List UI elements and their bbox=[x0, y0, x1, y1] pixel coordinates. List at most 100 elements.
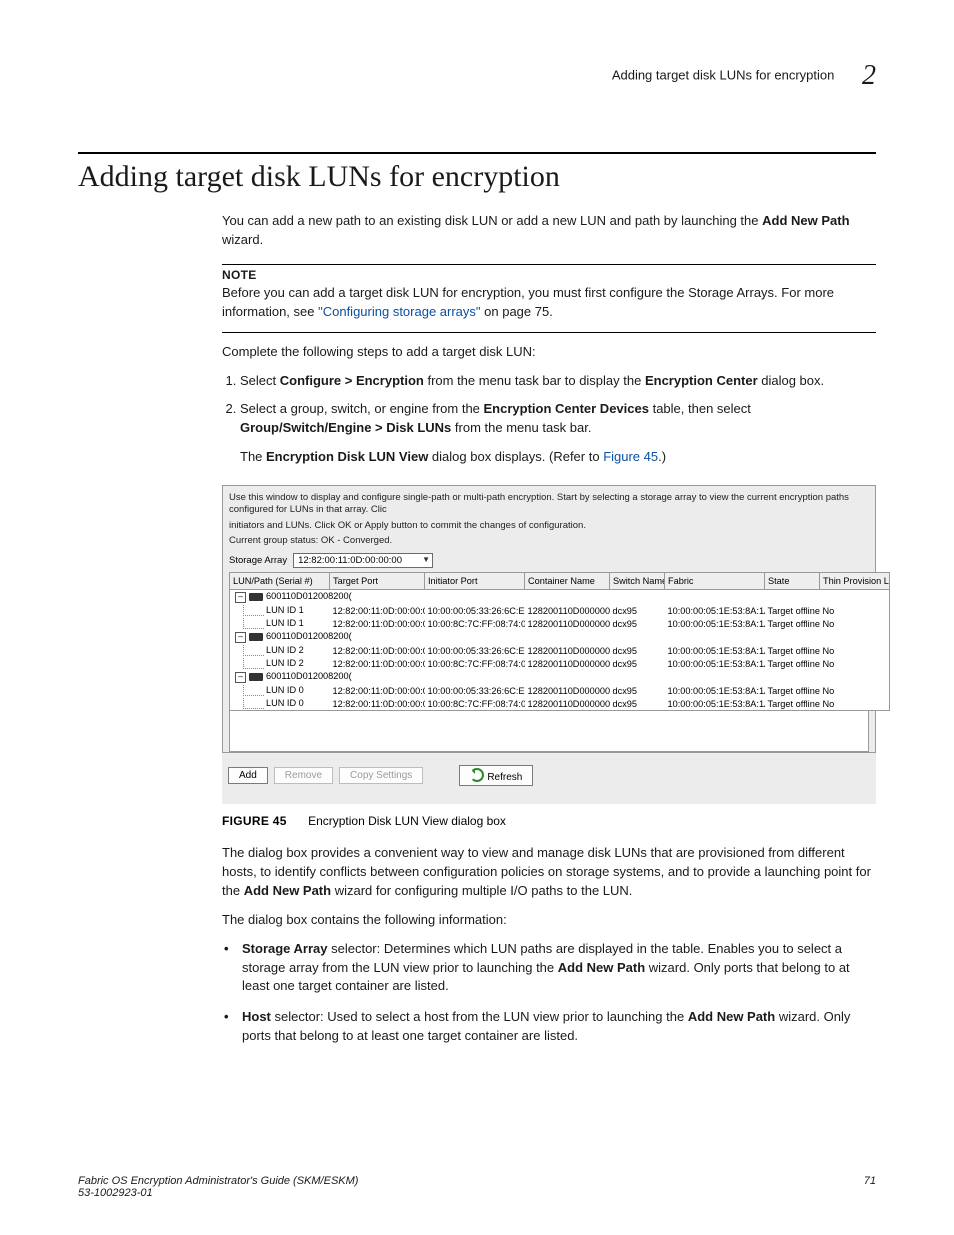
refresh-icon bbox=[470, 768, 484, 782]
page-footer: Fabric OS Encryption Administrator's Gui… bbox=[78, 1175, 876, 1199]
cell-target: 12:82:00:11:0D:00:00:00 bbox=[330, 697, 425, 711]
after-fig-p1: The dialog box provides a convenient way… bbox=[222, 844, 876, 901]
table-row[interactable]: LUN ID 0 12:82:00:11:0D:00:00:0010:00:8C:… bbox=[230, 697, 890, 711]
table-group-row[interactable]: – 600110D012008200( bbox=[230, 670, 890, 684]
tree-branch-icon bbox=[243, 645, 264, 656]
step-2-sub-post: .) bbox=[658, 449, 666, 464]
table-row[interactable]: LUN ID 112:82:00:11:0D:00:00:0010:00:8C:… bbox=[230, 617, 890, 630]
tree-branch-icon bbox=[243, 658, 264, 669]
cell-initiator: 10:00:00:05:33:26:6C:E5 bbox=[425, 684, 525, 697]
col-state[interactable]: State bbox=[765, 573, 820, 590]
body-content: You can add a new path to an existing di… bbox=[222, 212, 876, 467]
step-1-pre: Select bbox=[240, 373, 280, 388]
step-1-b1: Configure > Encryption bbox=[280, 373, 424, 388]
step-1-post: dialog box. bbox=[758, 373, 825, 388]
figure-text: Encryption Disk LUN View dialog box bbox=[308, 814, 506, 828]
col-fabric[interactable]: Fabric bbox=[665, 573, 765, 590]
tree-collapse-icon[interactable]: – bbox=[235, 632, 246, 643]
cell-container: 128200110D000000 bbox=[525, 617, 610, 630]
cell-thin: No bbox=[820, 684, 890, 697]
step-2: Select a group, switch, or engine from t… bbox=[240, 400, 876, 467]
table-group-row[interactable]: – 600110D012008200( bbox=[230, 590, 890, 605]
step-2-sub-link[interactable]: Figure 45 bbox=[603, 449, 658, 464]
figure-label: FIGURE 45 bbox=[222, 814, 287, 828]
tree-collapse-icon[interactable]: – bbox=[235, 592, 246, 603]
drive-icon bbox=[249, 673, 263, 681]
tree-branch-icon bbox=[243, 618, 264, 629]
lun-table: LUN/Path (Serial #) Target Port Initiato… bbox=[229, 572, 890, 711]
intro-prefix: You can add a new path to an existing di… bbox=[222, 213, 762, 228]
cell-fabric: 10:00:00:05:1E:53:8A:1A bbox=[665, 617, 765, 630]
cell-switch: dcx95 bbox=[610, 657, 665, 670]
table-row[interactable]: LUN ID 0 12:82:00:11:0D:00:00:0010:00:00:… bbox=[230, 684, 890, 697]
group-serial: 600110D012008200( bbox=[266, 671, 352, 681]
group-serial: 600110D012008200( bbox=[266, 631, 352, 641]
after-fig-p1-bold: Add New Path bbox=[244, 883, 331, 898]
running-header-text: Adding target disk LUNs for encryption bbox=[612, 67, 835, 82]
after-figure-block: The dialog box provides a convenient way… bbox=[222, 844, 876, 1046]
col-initiator[interactable]: Initiator Port bbox=[425, 573, 525, 590]
cell-thin: No bbox=[820, 604, 890, 617]
remove-button[interactable]: Remove bbox=[274, 767, 333, 784]
cell-target: 12:82:00:11:0D:00:00:00 bbox=[330, 644, 425, 657]
cell-initiator: 10:00:00:05:33:26:6C:E5 bbox=[425, 604, 525, 617]
cell-switch: dcx95 bbox=[610, 604, 665, 617]
intro-suffix: wizard. bbox=[222, 232, 263, 247]
note-link[interactable]: "Configuring storage arrays" bbox=[318, 304, 480, 319]
footer-title: Fabric OS Encryption Administrator's Gui… bbox=[78, 1175, 358, 1187]
storage-array-select[interactable]: 12:82:00:11:0D:00:00:00 bbox=[293, 553, 433, 568]
info-1-t1: selector: Used to select a host from the… bbox=[271, 1009, 688, 1024]
cell-initiator: 10:00:8C:7C:FF:08:74:01 bbox=[425, 657, 525, 670]
table-group-row[interactable]: – 600110D012008200( bbox=[230, 630, 890, 644]
footer-left: Fabric OS Encryption Administrator's Gui… bbox=[78, 1175, 358, 1199]
cell-container: 128200110D000000 bbox=[525, 644, 610, 657]
note-paragraph: Before you can add a target disk LUN for… bbox=[222, 284, 876, 333]
step-2-sub-pre: The bbox=[240, 449, 266, 464]
dialog-instructions-3: Current group status: OK - Converged. bbox=[229, 535, 869, 547]
after-fig-p1-post: wizard for configuring multiple I/O path… bbox=[331, 883, 632, 898]
cell-thin: No bbox=[820, 644, 890, 657]
group-serial: 600110D012008200( bbox=[266, 591, 352, 601]
col-switch[interactable]: Switch Name bbox=[610, 573, 665, 590]
step-2-post: from the menu task bar. bbox=[451, 420, 591, 435]
cell-switch: dcx95 bbox=[610, 644, 665, 657]
col-container[interactable]: Container Name bbox=[525, 573, 610, 590]
cell-thin: No bbox=[820, 697, 890, 711]
copy-settings-button[interactable]: Copy Settings bbox=[339, 767, 423, 784]
dialog-button-bar: Add Remove Copy Settings Refresh bbox=[222, 753, 876, 804]
steps-list: Select Configure > Encryption from the m… bbox=[222, 372, 876, 467]
table-row[interactable]: LUN ID 212:82:00:11:0D:00:00:0010:00:8C:… bbox=[230, 657, 890, 670]
figure-wrap: Use this window to display and configure… bbox=[222, 485, 876, 828]
table-row[interactable]: LUN ID 212:82:00:11:0D:00:00:0010:00:00:… bbox=[230, 644, 890, 657]
info-item-host: Host selector: Used to select a host fro… bbox=[222, 1008, 876, 1046]
cell-target: 12:82:00:11:0D:00:00:00 bbox=[330, 604, 425, 617]
col-lunpath[interactable]: LUN/Path (Serial #) bbox=[230, 573, 330, 590]
dialog-instructions-1: Use this window to display and configure… bbox=[229, 492, 869, 517]
col-thin[interactable]: Thin Provision LUN bbox=[820, 573, 890, 590]
cell-state: Target offline bbox=[765, 657, 820, 670]
table-row[interactable]: LUN ID 112:82:00:11:0D:00:00:0010:00:00:… bbox=[230, 604, 890, 617]
add-button[interactable]: Add bbox=[228, 767, 268, 784]
cell-lun: LUN ID 0 bbox=[266, 698, 304, 708]
cell-initiator: 10:00:8C:7C:FF:08:74:01 bbox=[425, 617, 525, 630]
step-1-mid: from the menu task bar to display the bbox=[424, 373, 645, 388]
cell-lun: LUN ID 0 bbox=[266, 685, 304, 695]
step-2-b2: Group/Switch/Engine > Disk LUNs bbox=[240, 420, 451, 435]
step-2-sub: The Encryption Disk LUN View dialog box … bbox=[240, 448, 876, 467]
note-label: NOTE bbox=[222, 267, 876, 284]
cell-initiator: 10:00:8C:7C:FF:08:74:01 bbox=[425, 697, 525, 711]
cell-thin: No bbox=[820, 617, 890, 630]
intro-bold: Add New Path bbox=[762, 213, 849, 228]
refresh-button[interactable]: Refresh bbox=[459, 765, 533, 786]
col-target[interactable]: Target Port bbox=[330, 573, 425, 590]
cell-switch: dcx95 bbox=[610, 684, 665, 697]
cell-target: 12:82:00:11:0D:00:00:00 bbox=[330, 684, 425, 697]
figure-caption: FIGURE 45 Encryption Disk LUN View dialo… bbox=[222, 814, 876, 828]
cell-lun: LUN ID 2 bbox=[266, 658, 304, 668]
cell-thin: No bbox=[820, 657, 890, 670]
running-header: Adding target disk LUNs for encryption 2 bbox=[78, 60, 876, 92]
tree-collapse-icon[interactable]: – bbox=[235, 672, 246, 683]
cell-state: Target offline bbox=[765, 697, 820, 711]
table-empty-space bbox=[229, 711, 869, 752]
tree-branch-icon bbox=[243, 698, 264, 709]
